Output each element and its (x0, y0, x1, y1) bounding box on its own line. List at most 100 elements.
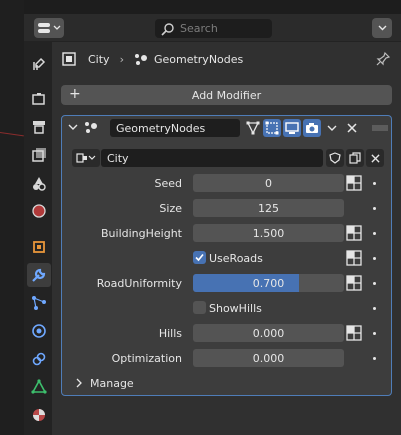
object-data-icon (62, 52, 76, 66)
viewport-toggle[interactable] (283, 119, 301, 137)
attribute-toggle-icon[interactable] (346, 175, 362, 191)
show-hills-checkbox[interactable] (193, 301, 206, 314)
attribute-toggle-icon[interactable] (346, 325, 362, 341)
modifier-menu-button[interactable] (323, 119, 341, 137)
geometry-nodes-icon (134, 54, 147, 65)
use-roads-checkbox[interactable] (193, 251, 206, 264)
chevron-right-icon: › (119, 52, 124, 66)
edit-mode-icon (265, 121, 279, 135)
view-layer-icon (32, 148, 46, 162)
keyframe-dot-icon[interactable] (373, 282, 376, 285)
material-icon (33, 409, 45, 421)
tab-particles[interactable] (27, 291, 51, 315)
keyframe-dot-icon[interactable] (373, 357, 376, 360)
remove-modifier-button[interactable] (343, 119, 361, 137)
tool-icon (33, 57, 46, 70)
fake-user-toggle[interactable] (326, 149, 344, 167)
node-group-name-input[interactable]: City (101, 149, 323, 167)
road-uniformity-value: 0.700 (252, 276, 285, 290)
pin-icon[interactable] (375, 51, 391, 67)
shield-icon (329, 152, 341, 164)
keyframe-dot-icon[interactable] (373, 332, 376, 335)
options-dropdown[interactable] (372, 18, 392, 38)
add-modifier-label: Add Modifier (191, 88, 262, 102)
keyframe-dot-icon[interactable] (373, 207, 376, 210)
properties-editor-icon (38, 23, 50, 33)
drag-handle-icon[interactable] (372, 125, 388, 131)
constraints-icon (32, 352, 46, 366)
node-group-browse[interactable] (72, 149, 100, 167)
size-value: 125 (258, 201, 279, 215)
attribute-toggle-icon[interactable] (346, 250, 362, 266)
node-tree-icon (76, 153, 87, 163)
optimization-field[interactable]: 0.000 (193, 349, 344, 367)
particles-icon (32, 296, 46, 310)
search-icon (161, 22, 174, 36)
use-roads-label: UseRoads (209, 252, 263, 265)
chevron-down-icon (327, 125, 337, 131)
chevron-down-icon (378, 25, 386, 31)
search-input[interactable]: Search (155, 19, 272, 38)
modifier-wrench-icon (32, 268, 46, 282)
modifier-name-input[interactable]: GeometryNodes (110, 119, 240, 137)
seed-field[interactable]: 0 (193, 174, 344, 192)
tab-object[interactable] (27, 235, 51, 259)
viewport-strip (0, 0, 24, 435)
road-uniformity-label: RoadUniformity (96, 277, 182, 290)
add-modifier-button[interactable]: + Add Modifier (61, 85, 392, 105)
building-height-field[interactable]: 1.500 (193, 224, 344, 242)
search-placeholder: Search (180, 22, 218, 35)
render-icon (32, 93, 45, 105)
tab-material[interactable] (27, 403, 51, 427)
attribute-toggle-icon[interactable] (346, 275, 362, 291)
camera-icon (306, 123, 318, 133)
size-field[interactable]: 125 (193, 199, 344, 217)
tab-output[interactable] (27, 115, 51, 139)
hills-field[interactable]: 0.000 (193, 324, 344, 342)
attribute-toggle-icon[interactable] (346, 225, 362, 241)
breadcrumb-object: City (88, 52, 110, 66)
copy-icon (349, 152, 361, 164)
road-uniformity-slider[interactable]: 0.700 (193, 274, 344, 292)
chevron-down-icon (53, 25, 61, 30)
keyframe-dot-icon[interactable] (373, 307, 376, 310)
optimization-value: 0.000 (252, 351, 285, 365)
keyframe-dot-icon[interactable] (373, 232, 376, 235)
edit-mode-toggle[interactable] (244, 119, 262, 137)
tab-physics[interactable] (27, 319, 51, 343)
collapse-chevron-icon[interactable] (68, 124, 78, 131)
manage-subpanel-label[interactable]: Manage (90, 377, 134, 390)
tab-world[interactable] (27, 199, 51, 223)
node-group-name: City (107, 151, 129, 165)
vertex-triangle-icon (246, 121, 260, 135)
render-toggle[interactable] (303, 119, 321, 137)
tab-tool[interactable] (27, 52, 51, 76)
show-hills-label: ShowHills (209, 302, 262, 315)
output-icon (33, 121, 45, 134)
tab-render[interactable] (27, 87, 51, 111)
breadcrumb-modifier: GeometryNodes (153, 52, 244, 66)
close-icon (347, 123, 357, 133)
tab-view-layer[interactable] (27, 143, 51, 167)
tab-constraints[interactable] (27, 347, 51, 371)
tab-modifiers[interactable] (27, 263, 51, 287)
unlink-node-group-button[interactable] (366, 149, 384, 167)
seed-value: 0 (265, 176, 272, 190)
seed-label: Seed (154, 177, 183, 190)
tab-data[interactable] (27, 375, 51, 399)
keyframe-dot-icon[interactable] (373, 182, 376, 185)
on-cage-toggle[interactable] (263, 119, 281, 137)
tab-scene[interactable] (27, 171, 51, 195)
chevron-right-icon[interactable] (76, 378, 83, 388)
object-icon (33, 241, 45, 253)
duplicate-node-group-button[interactable] (346, 149, 364, 167)
keyframe-dot-icon[interactable] (373, 257, 376, 260)
building-height-value: 1.500 (252, 226, 285, 240)
mesh-data-icon (31, 379, 47, 394)
chevron-down-icon (88, 155, 96, 160)
building-height-label: BuildingHeight (101, 227, 182, 240)
hills-label: Hills (158, 327, 182, 340)
editor-type-button[interactable] (34, 18, 64, 38)
optimization-label: Optimization (111, 352, 182, 365)
close-icon (370, 153, 380, 163)
